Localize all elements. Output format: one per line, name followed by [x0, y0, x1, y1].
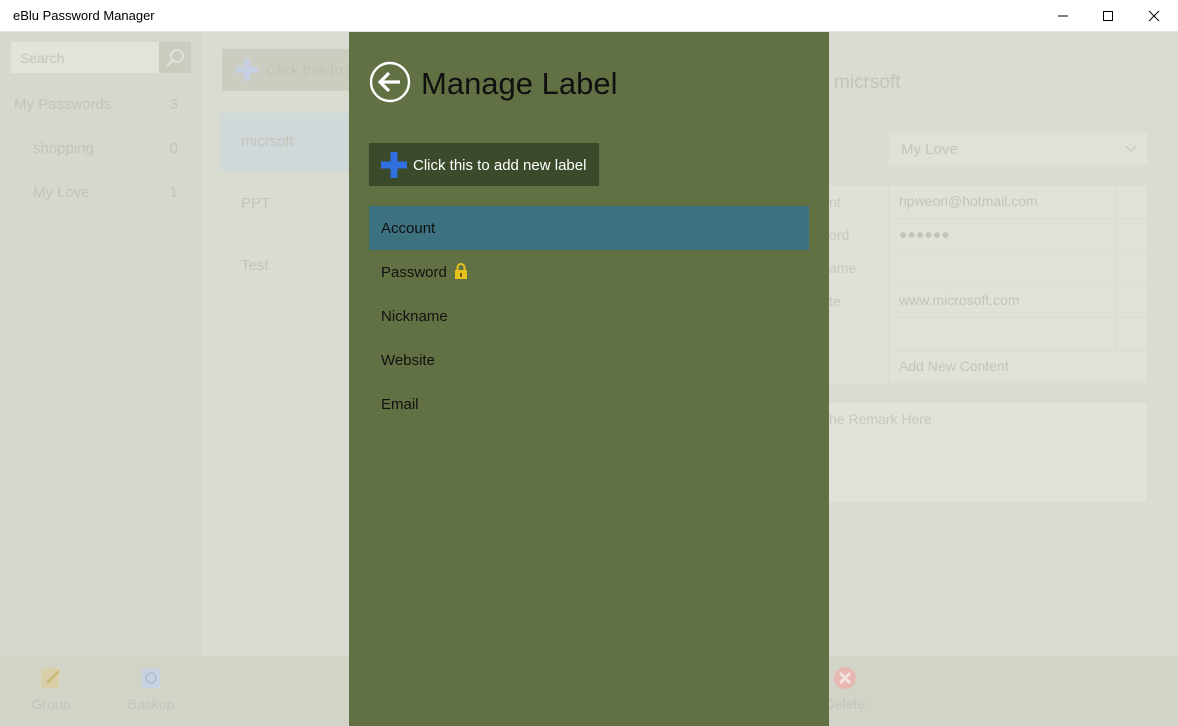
group-edit-icon: [41, 668, 60, 688]
detail-field-row: nt hpweori@hotmail.com: [829, 186, 1147, 218]
copy-arrow-button[interactable]: [1116, 219, 1147, 251]
label-list-item[interactable]: Email: [369, 382, 809, 426]
password-item-label: PPT: [241, 195, 271, 212]
copy-arrow-button[interactable]: [1116, 252, 1147, 284]
field-value-text: www.microsoft.com: [899, 292, 1020, 308]
field-value-input[interactable]: ●●●●●●: [889, 219, 1115, 251]
label-list-item[interactable]: Account: [369, 206, 809, 250]
copy-arrow-button[interactable]: [1116, 318, 1147, 350]
sidebar: Search My Passwords 3 shopping 0 My Love…: [0, 32, 202, 726]
detail-title: micrsoft: [834, 72, 901, 93]
remark-placeholder: he Remark Here: [829, 411, 932, 427]
add-label-button-label: Click this to add new label: [413, 157, 587, 174]
field-label-select[interactable]: [829, 351, 888, 383]
password-item-label: micrsoft: [241, 133, 294, 150]
add-password-button[interactable]: Click this to a: [222, 49, 349, 91]
field-value-input[interactable]: [889, 318, 1115, 350]
plus-icon: [236, 59, 258, 81]
label-list-item[interactable]: Nickname: [369, 294, 809, 338]
sidebar-item-label: shopping: [33, 140, 94, 157]
group-select-value: My Love: [901, 141, 958, 158]
detail-field-row: [829, 318, 1147, 350]
minimize-icon: [1058, 15, 1068, 17]
search-button[interactable]: [159, 42, 191, 73]
group-button-label: Group: [31, 696, 71, 712]
label-list-item[interactable]: Password: [369, 250, 809, 294]
add-password-label: Click this to a: [266, 62, 349, 79]
back-arrow-icon: [369, 61, 411, 103]
backup-button[interactable]: Backup: [116, 666, 186, 722]
copy-arrow-button[interactable]: [1116, 285, 1147, 317]
search-input[interactable]: Search: [11, 42, 159, 73]
sidebar-item-count: 0: [169, 140, 178, 157]
field-label-text: ord: [829, 227, 850, 243]
label-list-item[interactable]: Website: [369, 338, 809, 382]
sidebar-item-count: 3: [169, 96, 178, 113]
manage-label-panel: Manage Label Click this to add new label…: [349, 32, 829, 726]
sidebar-item-my-love[interactable]: My Love 1: [0, 178, 202, 208]
sidebar-item-count: 1: [169, 184, 178, 201]
close-icon: [1148, 10, 1160, 22]
field-value-text: hpweori@hotmail.com: [899, 193, 1038, 209]
maximize-button[interactable]: [1085, 0, 1131, 32]
panel-title: Manage Label: [421, 66, 618, 101]
field-value-input[interactable]: [889, 252, 1115, 284]
field-label-select[interactable]: [829, 318, 888, 350]
label-item-text: Website: [381, 352, 435, 369]
add-content-placeholder: Add New Content: [899, 358, 1009, 374]
delete-button-label: Delete: [824, 696, 866, 712]
label-item-text: Account: [381, 220, 436, 237]
password-list-item[interactable]: Test: [220, 237, 349, 295]
detail-field-row: te www.microsoft.com: [829, 285, 1147, 317]
field-label-select[interactable]: nt: [829, 186, 888, 218]
app-client-area: Search My Passwords 3 shopping 0 My Love…: [0, 32, 1178, 726]
field-value-input[interactable]: www.microsoft.com: [889, 285, 1115, 317]
label-item-text: Password: [381, 264, 447, 281]
sidebar-item-my-passwords[interactable]: My Passwords 3: [0, 90, 202, 120]
remark-input[interactable]: he Remark Here: [829, 403, 1147, 502]
add-content-input[interactable]: Add New Content: [889, 351, 1147, 383]
chevron-down-icon: [1125, 145, 1137, 152]
add-label-button[interactable]: Click this to add new label: [369, 143, 599, 186]
maximize-icon: [1103, 11, 1113, 21]
field-value-text: ●●●●●●: [899, 226, 950, 242]
group-button[interactable]: Group: [16, 666, 86, 722]
title-bar: eBlu Password Manager: [0, 0, 1178, 32]
password-list-item[interactable]: PPT: [220, 175, 349, 233]
delete-icon: [834, 667, 856, 689]
sidebar-item-label: My Love: [33, 184, 90, 201]
close-button[interactable]: [1131, 0, 1177, 32]
backup-icon: [142, 668, 160, 688]
field-label-text: te: [829, 293, 841, 309]
back-button[interactable]: [369, 61, 411, 103]
password-item-label: Test: [241, 257, 269, 274]
search-placeholder: Search: [20, 50, 65, 66]
minimize-button[interactable]: [1040, 0, 1086, 32]
lock-icon: [455, 263, 467, 279]
backup-button-label: Backup: [127, 696, 175, 712]
search-icon: [166, 48, 184, 67]
field-label-select[interactable]: ord: [829, 219, 888, 251]
copy-arrow-button[interactable]: [1116, 186, 1147, 218]
password-list-item[interactable]: micrsoft: [220, 113, 349, 171]
plus-icon: [381, 152, 407, 178]
label-item-text: Email: [381, 396, 419, 413]
field-label-select[interactable]: ame: [829, 252, 888, 284]
group-select[interactable]: My Love: [889, 133, 1147, 165]
sidebar-item-label: My Passwords: [14, 96, 112, 113]
field-label-select[interactable]: te: [829, 285, 888, 317]
detail-field-row: ame: [829, 252, 1147, 284]
field-label-text: nt: [829, 194, 841, 210]
sidebar-item-shopping[interactable]: shopping 0: [0, 134, 202, 164]
app-title: eBlu Password Manager: [13, 8, 155, 23]
field-value-input[interactable]: hpweori@hotmail.com: [889, 186, 1115, 218]
label-item-text: Nickname: [381, 308, 448, 325]
detail-field-row: ord ●●●●●●: [829, 219, 1147, 251]
field-label-text: ame: [829, 260, 857, 276]
detail-field-row: Add New Content: [829, 351, 1147, 383]
